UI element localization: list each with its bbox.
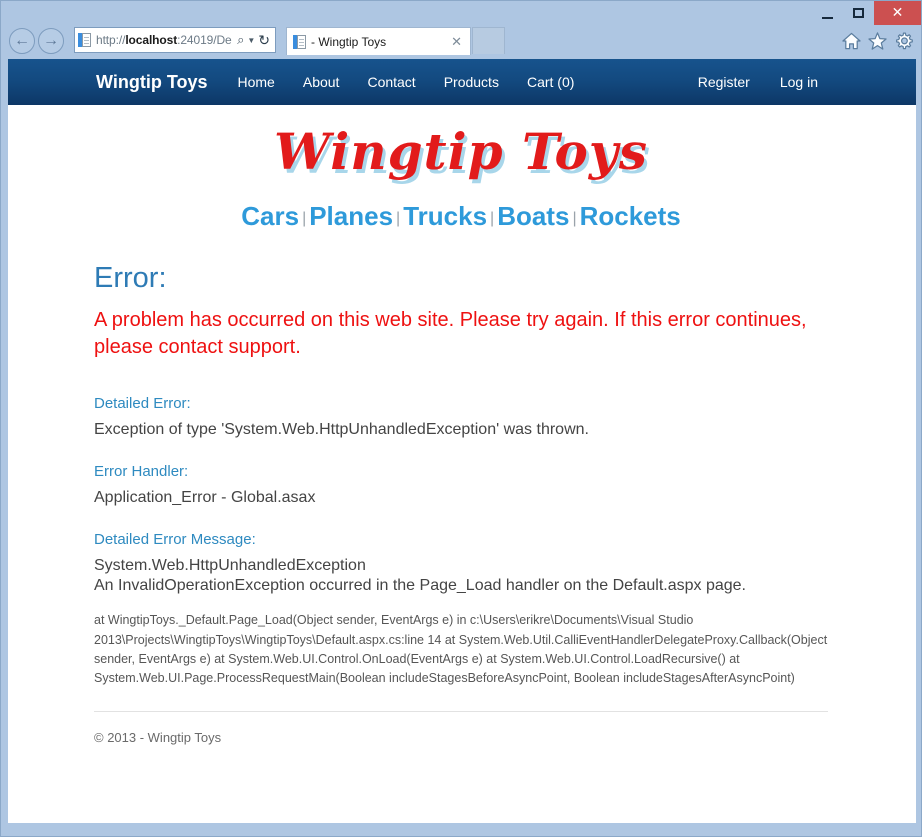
browser-command-bar	[842, 31, 913, 50]
nav-link-cart[interactable]: Cart (0)	[527, 74, 574, 90]
url-path: :24019/De	[177, 33, 232, 47]
category-link-rockets[interactable]: Rockets	[580, 201, 681, 231]
footer-copyright: © 2013 - Wingtip Toys	[94, 729, 222, 745]
stack-trace: at WingtipToys._Default.Page_Load(Object…	[94, 613, 828, 686]
page-viewport: Wingtip Toys Home About Contact Products…	[8, 59, 916, 823]
category-link-trucks[interactable]: Trucks	[403, 201, 487, 231]
tab-title: - Wingtip Toys	[311, 34, 387, 49]
tab-favicon	[293, 34, 307, 50]
address-input[interactable]: http://localhost:24019/De	[96, 33, 237, 47]
category-separator: |	[302, 210, 307, 227]
back-arrow-icon: ←	[14, 32, 30, 49]
footer-divider	[94, 710, 828, 712]
forward-button[interactable]: →	[38, 28, 64, 54]
maximize-button[interactable]	[843, 1, 874, 25]
close-button[interactable]: ✕	[874, 1, 921, 25]
error-handler-label: Error Handler:	[94, 462, 189, 480]
detailed-message-label: Detailed Error Message:	[94, 530, 256, 548]
back-button[interactable]: ←	[9, 28, 35, 54]
category-links: Cars | Planes | Trucks | Boats | Rockets	[86, 181, 836, 232]
home-icon[interactable]	[842, 32, 861, 50]
maximize-icon	[853, 8, 864, 18]
close-icon: ✕	[891, 5, 904, 21]
minimize-icon	[822, 17, 833, 19]
browser-window: ✕ ← → http://localhost:24019/De ⌕ ▼ ↻ - …	[0, 0, 922, 837]
new-tab-button[interactable]	[472, 27, 505, 54]
url-scheme: http://	[96, 33, 126, 47]
address-bar-icons: ⌕ ▼ ↻	[237, 32, 272, 49]
error-message: A problem has occurred on this web site.…	[94, 309, 807, 358]
search-icon[interactable]: ⌕	[237, 32, 244, 48]
category-link-cars[interactable]: Cars	[241, 201, 299, 231]
nav-link-products[interactable]: Products	[444, 74, 499, 90]
detailed-error-label: Detailed Error:	[94, 395, 191, 412]
chevron-down-icon[interactable]: ▼	[247, 36, 255, 45]
favorites-icon[interactable]	[868, 31, 887, 50]
window-controls: ✕	[812, 1, 921, 27]
error-title: Error:	[94, 262, 167, 294]
category-separator: |	[396, 210, 401, 227]
url-host: localhost	[125, 33, 178, 47]
site-navbar-right: Register Log in	[668, 59, 818, 105]
forward-arrow-icon: →	[43, 32, 59, 49]
address-bar[interactable]: http://localhost:24019/De ⌕ ▼ ↻	[74, 27, 276, 53]
nav-link-contact[interactable]: Contact	[367, 74, 415, 90]
detailed-message-section: Detailed Error Message: System.Web.HttpU…	[86, 531, 836, 598]
tab-strip: - Wingtip Toys ✕	[286, 27, 505, 55]
browser-toolbar: ← → http://localhost:24019/De ⌕ ▼ ↻ - Wi…	[1, 27, 921, 59]
minimize-button[interactable]	[812, 1, 843, 25]
detailed-message-value: System.Web.HttpUnhandledException An Inv…	[94, 556, 746, 595]
detailed-error-section: Detailed Error: Exception of type 'Syste…	[86, 395, 836, 441]
error-handler-section: Error Handler: Application_Error - Globa…	[86, 463, 836, 509]
category-link-boats[interactable]: Boats	[497, 201, 569, 231]
title-bar: ✕	[1, 1, 921, 27]
nav-link-login[interactable]: Log in	[780, 74, 818, 90]
category-separator: |	[572, 210, 577, 227]
refresh-icon[interactable]: ↻	[258, 32, 270, 49]
site-logo: Wingtip Toys	[273, 122, 649, 181]
page-content: Wingtip Toys Cars | Planes | Trucks | Boats | Ro…	[8, 105, 916, 745]
site-navbar: Wingtip Toys Home About Contact Products…	[8, 59, 916, 105]
error-handler-value: Application_Error - Global.asax	[94, 488, 316, 506]
category-link-planes[interactable]: Planes	[309, 201, 393, 231]
page-icon	[78, 32, 92, 48]
tools-gear-icon[interactable]	[894, 31, 913, 50]
tab-close-icon[interactable]: ✕	[447, 34, 466, 50]
nav-link-about[interactable]: About	[303, 74, 340, 90]
detailed-error-value: Exception of type 'System.Web.HttpUnhand…	[94, 421, 589, 438]
site-brand[interactable]: Wingtip Toys	[96, 72, 208, 93]
nav-link-register[interactable]: Register	[698, 74, 750, 90]
category-separator: |	[490, 210, 495, 227]
browser-tab[interactable]: - Wingtip Toys ✕	[286, 27, 471, 55]
nav-link-home[interactable]: Home	[238, 74, 275, 90]
